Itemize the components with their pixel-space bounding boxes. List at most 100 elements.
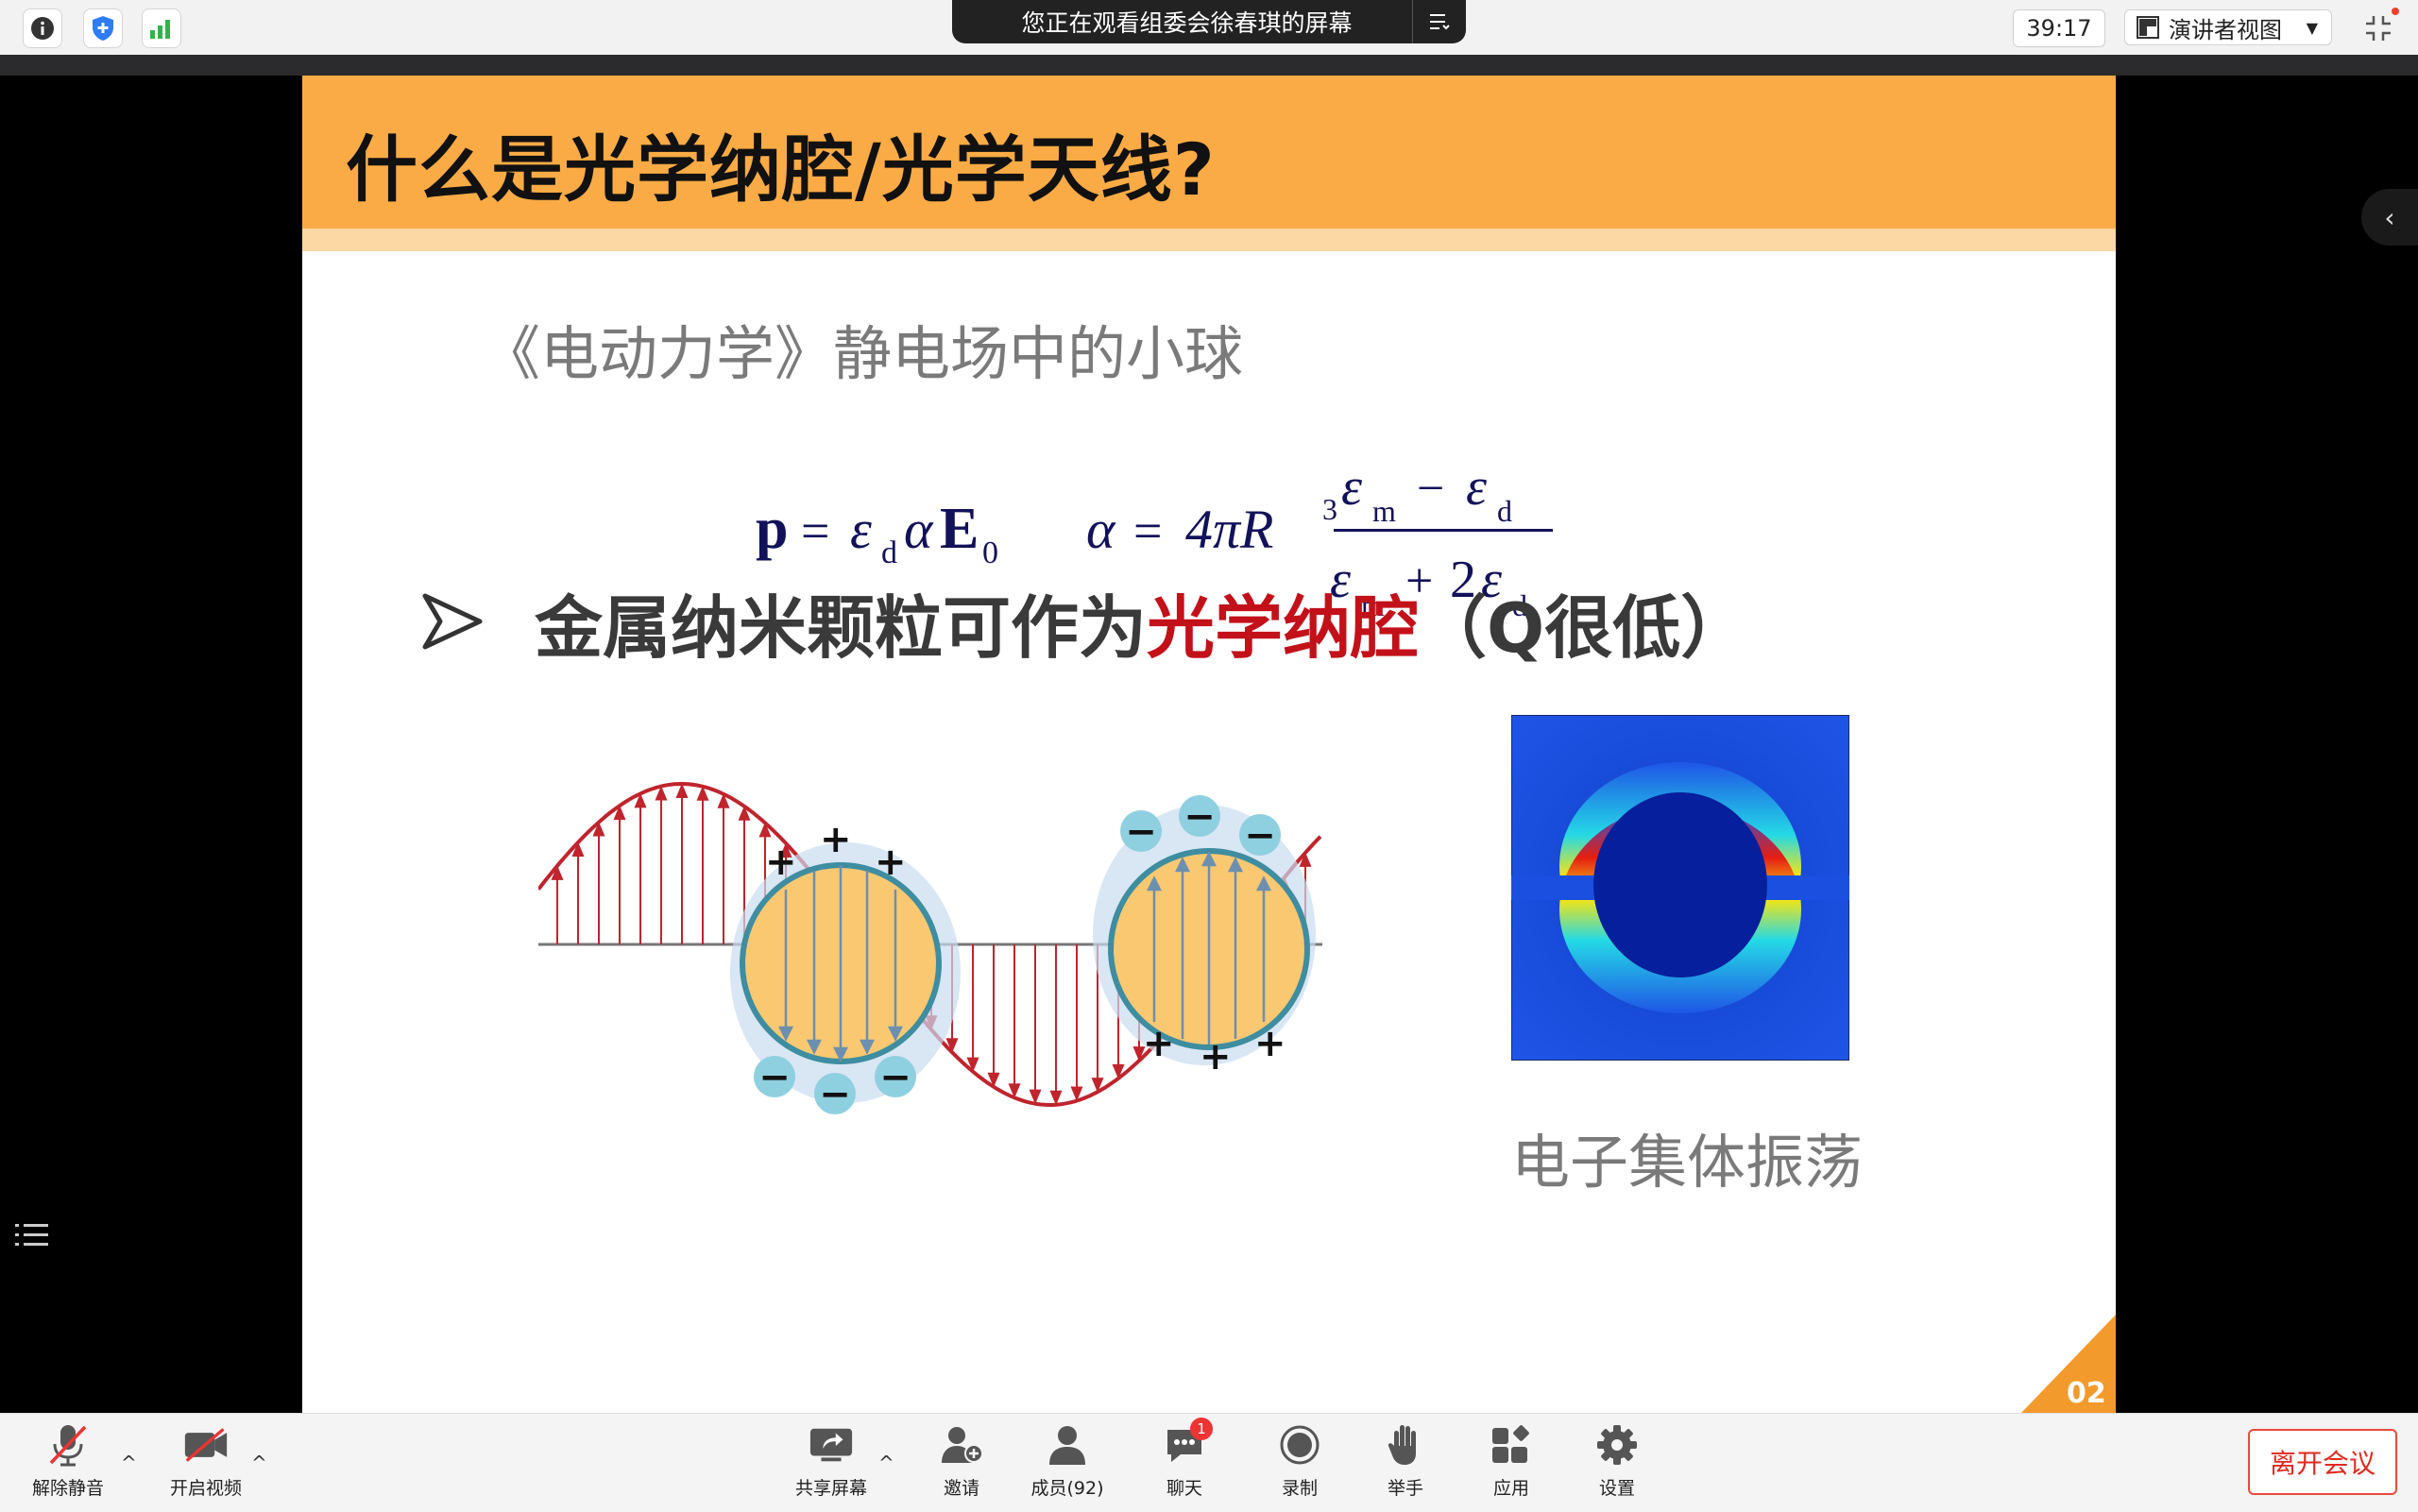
layout-icon	[2137, 16, 2159, 39]
viewing-text: 您正在观看组委会徐春琪的屏幕	[1021, 9, 1353, 37]
audio-options-caret-icon[interactable]: ^	[121, 1452, 137, 1474]
field-arrow	[655, 785, 668, 944]
leave-meeting-button[interactable]: 离开会议	[2248, 1429, 2397, 1495]
field-arrow	[717, 793, 730, 944]
formula-num-sub-d: d	[1497, 494, 1512, 528]
chat-button[interactable]: 1 聊天	[1128, 1418, 1241, 1508]
chevron-left-icon: ‹	[2384, 201, 2395, 233]
formula-eq-2: =	[1133, 502, 1162, 559]
formula-p: p	[756, 497, 788, 561]
viewing-banner: 您正在观看组委会徐春琪的屏幕	[952, 0, 1466, 43]
charge-minus: −	[1244, 814, 1276, 858]
list-icon	[15, 1224, 48, 1246]
members-button[interactable]: 成员(92)	[1011, 1421, 1124, 1508]
formula-sub-0: 0	[982, 535, 998, 570]
unmute-button[interactable]: 解除静音	[11, 1421, 125, 1508]
charge-minus: −	[819, 1073, 851, 1116]
bullet-suffix: （Q很低）	[1419, 587, 1749, 668]
charge-minus: −	[1125, 810, 1157, 854]
formula-sup-3: 3	[1322, 492, 1337, 526]
field-arrow	[592, 821, 605, 944]
field-arrow	[634, 792, 647, 944]
formula-alpha-2: α	[1086, 499, 1116, 560]
apps-label: 应用	[1492, 1478, 1529, 1499]
bullet-point: 金属纳米颗粒可作为 光学纳腔 （Q很低）	[419, 574, 1748, 669]
formula-eps-1: ε	[850, 499, 872, 560]
share-options-caret-icon[interactable]: ^	[878, 1452, 894, 1474]
record-button[interactable]: 录制	[1243, 1421, 1356, 1508]
charge-plus: +	[875, 841, 907, 884]
field-arrow	[613, 805, 626, 944]
settings-button[interactable]: 设置	[1560, 1421, 1674, 1508]
meeting-topbar: 您正在观看组委会徐春琪的屏幕 39:17 演讲者视图 ▼	[0, 0, 2418, 56]
video-options-caret-icon[interactable]: ^	[251, 1452, 267, 1474]
formula-fraction-bar	[1334, 529, 1553, 532]
field-arrow	[987, 944, 1000, 1088]
invite-label: 邀请	[943, 1478, 979, 1499]
slide-header-band	[302, 229, 2116, 251]
slide-subheading: 《电动力学》静电场中的小球	[482, 319, 1244, 388]
exit-fullscreen-icon	[2366, 16, 2391, 41]
meeting-timer: 39:17	[2013, 9, 2105, 47]
chat-label: 聊天	[1166, 1478, 1202, 1499]
unmute-label: 解除静音	[31, 1478, 104, 1499]
share-screen-icon	[809, 1421, 854, 1469]
raise-hand-button[interactable]: 举手	[1349, 1421, 1462, 1508]
charge-plus: +	[1200, 1035, 1232, 1079]
formula-num-minus: −	[1417, 462, 1444, 516]
field-arrow	[571, 841, 585, 944]
members-icon	[1045, 1421, 1090, 1469]
field-arrow	[1049, 944, 1063, 1106]
raise-hand-label: 举手	[1387, 1478, 1423, 1499]
share-screen-button[interactable]: 共享屏幕	[775, 1421, 888, 1508]
formula-E: E	[940, 497, 979, 561]
charge-plus: +	[1143, 1022, 1175, 1065]
invite-icon	[939, 1421, 984, 1469]
record-icon	[1277, 1421, 1322, 1469]
slide-list-button[interactable]	[6, 1209, 59, 1262]
view-mode-select[interactable]: 演讲者视图 ▼	[2124, 9, 2332, 45]
field-arrow	[966, 944, 979, 1073]
formula-num-eps-m: ε	[1341, 458, 1363, 517]
record-label: 录制	[1281, 1478, 1318, 1499]
view-mode-label: 演讲者视图	[2169, 16, 2282, 43]
start-video-button[interactable]: 开启视频	[149, 1421, 263, 1508]
signal-icon[interactable]	[142, 8, 181, 48]
chat-icon: 1	[1162, 1418, 1213, 1469]
share-screen-label: 共享屏幕	[794, 1478, 867, 1499]
field-arrow	[1070, 944, 1083, 1102]
menu-icon	[1430, 14, 1450, 30]
near-field-simulation-image	[1511, 715, 1849, 1061]
viewing-menu-button[interactable]	[1412, 0, 1466, 43]
members-label: 成员(92)	[1030, 1478, 1104, 1499]
apps-button[interactable]: 应用	[1455, 1421, 1568, 1508]
slide-title: 什么是光学纳腔/光学天线?	[346, 127, 1216, 212]
settings-label: 设置	[1598, 1478, 1635, 1499]
field-arrow	[551, 865, 564, 944]
formula-num-eps-d: ε	[1466, 458, 1488, 517]
bullet-arrow-icon	[422, 593, 483, 650]
formula-4piR: 4πR	[1185, 499, 1274, 560]
formula-num-sub-m: m	[1372, 494, 1396, 528]
chevron-down-icon: ▼	[2306, 18, 2318, 37]
shield-icon[interactable]	[83, 8, 123, 48]
start-video-label: 开启视频	[169, 1478, 242, 1499]
field-arrow	[1008, 944, 1021, 1098]
collapse-panel-button[interactable]: ‹	[2361, 189, 2418, 246]
image-caption: 电子集体振荡	[1511, 1128, 1864, 1197]
charge-plus: +	[820, 818, 852, 861]
invite-button[interactable]: 邀请	[905, 1421, 1018, 1508]
info-icon[interactable]	[23, 8, 62, 48]
charge-plus: +	[765, 841, 797, 884]
slide-page-number: 02	[2067, 1377, 2106, 1410]
formula-alpha-1: α	[904, 499, 934, 560]
formula-sub-d-1: d	[881, 535, 897, 570]
fullscreen-button[interactable]	[2359, 8, 2399, 47]
bullet-text: 金属纳米颗粒可作为	[535, 587, 1148, 668]
shared-slide: 什么是光学纳腔/光学天线? 《电动力学》静电场中的小球 p = ε d α E …	[302, 76, 2116, 1413]
charge-minus: −	[758, 1056, 791, 1099]
formula-eq-1: =	[801, 502, 829, 559]
charge-minus: −	[879, 1056, 911, 1099]
topbar-divider	[0, 55, 2418, 76]
apps-icon	[1489, 1421, 1534, 1469]
